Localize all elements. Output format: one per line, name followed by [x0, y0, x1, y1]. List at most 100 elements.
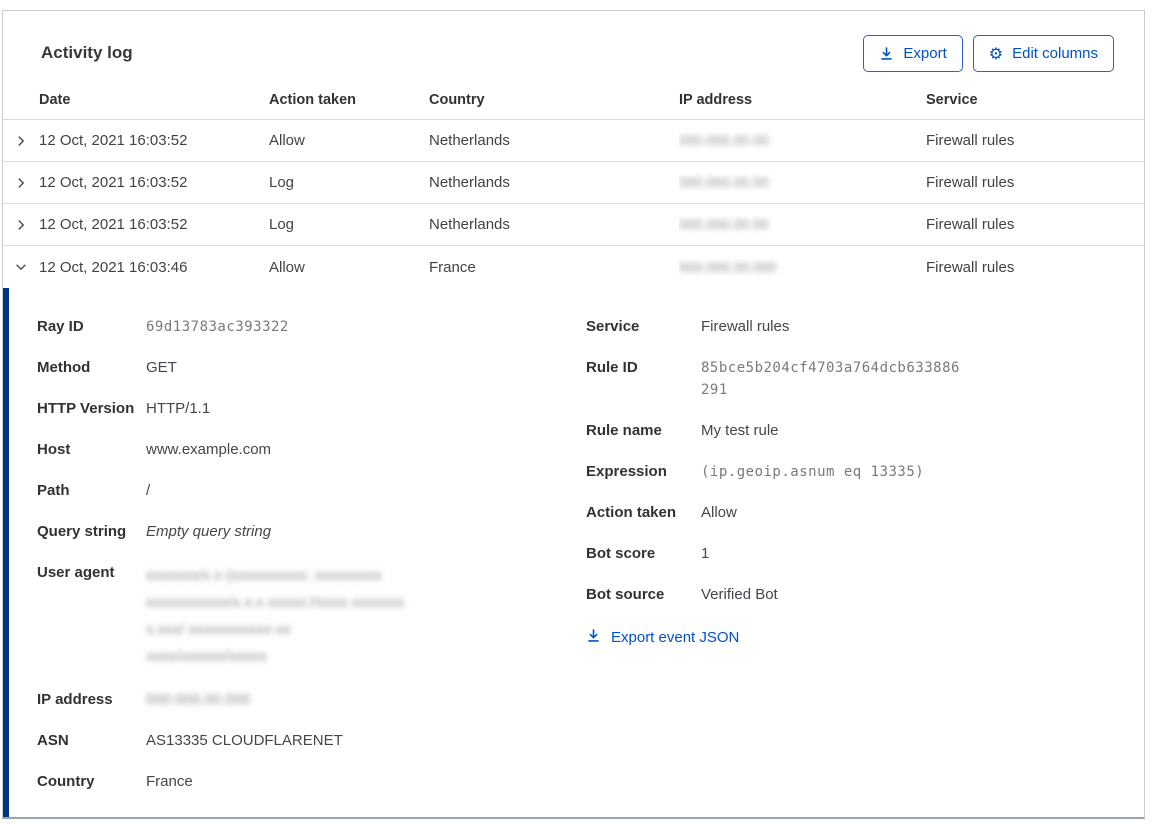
export-event-json-label: Export event JSON: [611, 629, 739, 646]
detail-row-ray-id: Ray ID 69d13783ac393322: [37, 316, 586, 338]
detail-row-host: Host www.example.com: [37, 439, 586, 461]
event-detail-right-column: Service Firewall rules Rule ID 85bce5b20…: [586, 316, 1114, 817]
table-row[interactable]: 12 Oct, 2021 16:03:52 Log Netherlands 00…: [3, 204, 1144, 246]
detail-value: My test rule: [701, 420, 779, 442]
table-row[interactable]: 12 Oct, 2021 16:03:52 Log Netherlands 00…: [3, 162, 1144, 204]
country-cell: France: [429, 259, 679, 276]
toolbar-actions: Export ⚙ Edit columns: [863, 35, 1114, 72]
detail-label: Rule ID: [586, 357, 701, 401]
ip-address-cell-redacted: 000.000.00.00: [679, 132, 926, 149]
detail-value: Verified Bot: [701, 584, 778, 606]
detail-value: Firewall rules: [701, 316, 789, 338]
export-button-label: Export: [903, 45, 946, 62]
detail-label: Path: [37, 480, 146, 502]
detail-value-redacted: 000.000.00.000: [146, 689, 250, 711]
service-cell: Firewall rules: [926, 216, 1144, 233]
edit-columns-button[interactable]: ⚙ Edit columns: [973, 35, 1114, 72]
detail-value: Allow: [701, 502, 737, 524]
column-header-action-taken: Action taken: [269, 92, 429, 119]
activity-log-panel: Activity log Export ⚙ Edit columns Date …: [2, 10, 1145, 819]
detail-row-ip-address: IP address 000.000.00.000: [37, 689, 586, 711]
detail-value: (ip.geoip.asnum eq 13335): [701, 461, 924, 483]
column-header-country: Country: [429, 92, 679, 119]
date-cell: 12 Oct, 2021 16:03:52: [39, 174, 269, 191]
detail-row-country: Country France: [37, 771, 586, 793]
detail-label: Bot source: [586, 584, 701, 606]
detail-row-service: Service Firewall rules: [586, 316, 1114, 338]
country-cell: Netherlands: [429, 216, 679, 233]
date-cell: 12 Oct, 2021 16:03:46: [39, 259, 269, 276]
detail-row-asn: ASN AS13335 CLOUDFLARENET: [37, 730, 586, 752]
detail-row-method: Method GET: [37, 357, 586, 379]
date-cell: 12 Oct, 2021 16:03:52: [39, 132, 269, 149]
detail-value: www.example.com: [146, 439, 271, 461]
detail-value: Empty query string: [146, 521, 271, 543]
detail-label: Ray ID: [37, 316, 146, 338]
detail-value: HTTP/1.1: [146, 398, 210, 420]
detail-row-bot-source: Bot source Verified Bot: [586, 584, 1114, 606]
detail-value: AS13335 CLOUDFLARENET: [146, 730, 343, 752]
edit-columns-button-label: Edit columns: [1012, 45, 1098, 62]
detail-label: Expression: [586, 461, 701, 483]
detail-label: Country: [37, 771, 146, 793]
country-cell: Netherlands: [429, 132, 679, 149]
detail-label: Rule name: [586, 420, 701, 442]
export-event-json-link[interactable]: Export event JSON: [586, 628, 739, 647]
detail-label: Service: [586, 316, 701, 338]
gear-icon: ⚙: [989, 46, 1003, 62]
detail-label: IP address: [37, 689, 146, 711]
detail-row-query-string: Query string Empty query string: [37, 521, 586, 543]
detail-label: User agent: [37, 562, 146, 670]
detail-row-action-taken: Action taken Allow: [586, 502, 1114, 524]
detail-label: Query string: [37, 521, 146, 543]
detail-value: 69d13783ac393322: [146, 316, 289, 338]
download-icon: [879, 46, 894, 61]
topbar: Activity log Export ⚙ Edit columns: [3, 11, 1144, 71]
table-row[interactable]: 12 Oct, 2021 16:03:52 Allow Netherlands …: [3, 120, 1144, 162]
detail-value: GET: [146, 357, 177, 379]
detail-row-rule-id: Rule ID 85bce5b204cf4703a764dcb633886291: [586, 357, 1114, 401]
detail-value: 1: [701, 543, 709, 565]
column-header-ip-address: IP address: [679, 92, 926, 119]
chevron-down-icon[interactable]: [3, 260, 39, 274]
service-cell: Firewall rules: [926, 132, 1144, 149]
detail-row-bot-score: Bot score 1: [586, 543, 1114, 565]
download-icon: [586, 628, 601, 647]
table-header-row: Date Action taken Country IP address Ser…: [3, 71, 1144, 120]
action-taken-cell: Allow: [269, 132, 429, 149]
page-title: Activity log: [41, 35, 133, 63]
detail-label: HTTP Version: [37, 398, 146, 420]
event-detail-panel: Ray ID 69d13783ac393322 Method GET HTTP …: [3, 288, 1144, 817]
detail-label: Host: [37, 439, 146, 461]
detail-row-http-version: HTTP Version HTTP/1.1: [37, 398, 586, 420]
detail-row-user-agent: User agent xxxxxxx/x.x (xxxxxxxxxx; xxxx…: [37, 562, 586, 670]
ip-address-cell-redacted: 000.000.00.00: [679, 216, 926, 233]
detail-row-expression: Expression (ip.geoip.asnum eq 13335): [586, 461, 1114, 483]
chevron-right-icon[interactable]: [3, 218, 39, 232]
detail-value-redacted: xxxxxxx/x.x (xxxxxxxxxx; xxxxxxxxx xxxxx…: [146, 562, 404, 670]
table-row-expanded[interactable]: 12 Oct, 2021 16:03:46 Allow France 000.0…: [3, 246, 1144, 288]
service-cell: Firewall rules: [926, 174, 1144, 191]
detail-value: 85bce5b204cf4703a764dcb633886291: [701, 357, 963, 401]
date-cell: 12 Oct, 2021 16:03:52: [39, 216, 269, 233]
export-button[interactable]: Export: [863, 35, 962, 72]
event-detail-left-column: Ray ID 69d13783ac393322 Method GET HTTP …: [37, 316, 586, 817]
detail-row-rule-name: Rule name My test rule: [586, 420, 1114, 442]
column-header-date: Date: [39, 92, 269, 119]
service-cell: Firewall rules: [926, 259, 1144, 276]
detail-label: Bot score: [586, 543, 701, 565]
ip-address-cell-redacted: 000.000.00.00: [679, 174, 926, 191]
detail-row-path: Path /: [37, 480, 586, 502]
detail-label: Action taken: [586, 502, 701, 524]
column-header-service: Service: [926, 92, 1144, 119]
chevron-right-icon[interactable]: [3, 134, 39, 148]
detail-label: Method: [37, 357, 146, 379]
detail-value: France: [146, 771, 193, 793]
detail-label: ASN: [37, 730, 146, 752]
country-cell: Netherlands: [429, 174, 679, 191]
ip-address-cell-redacted: 000.000.00.000: [679, 259, 926, 276]
chevron-right-icon[interactable]: [3, 176, 39, 190]
detail-value: /: [146, 480, 150, 502]
action-taken-cell: Log: [269, 216, 429, 233]
action-taken-cell: Allow: [269, 259, 429, 276]
